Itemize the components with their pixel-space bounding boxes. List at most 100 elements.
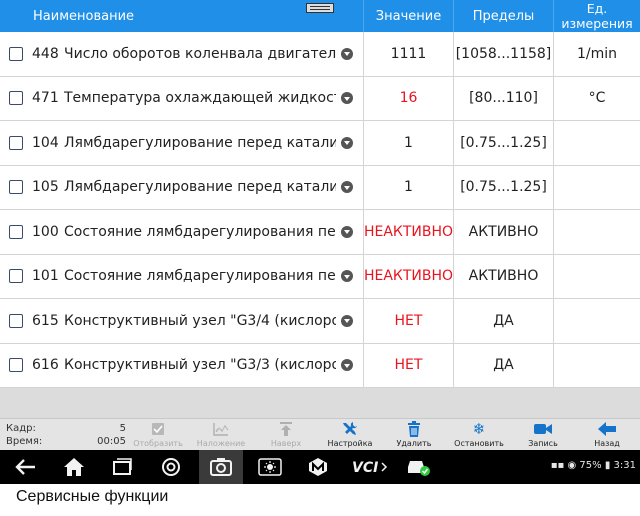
row-unit [554,255,640,299]
chevron-down-icon[interactable] [341,270,353,283]
row-unit [554,299,640,343]
row-name: Число оборотов коленвала двигателя [64,45,336,62]
row-id: 616 [32,357,59,374]
row-limits: АКТИВНО [454,210,554,254]
status-bar: ▪▪ ◉ 75% ▮ 3:31 [551,460,636,471]
chevron-down-icon[interactable] [341,359,353,372]
table-row[interactable]: 104 Лямбдарегулирование перед катализа..… [0,121,640,166]
settings-button[interactable]: Настройка [318,419,382,451]
back-arrow-icon [597,419,617,439]
row-name: Состояние лямбдарегулирования пере... [64,268,336,285]
row-value: НЕТ [364,343,454,387]
back-button[interactable]: Назад [575,419,639,451]
header-unit-line2: измерения [561,16,633,31]
row-limits: [0.75...1.25] [454,165,554,209]
table-row[interactable]: 448 Число оборотов коленвала двигателя 1… [0,32,640,77]
svg-text:VCI: VCI [352,460,378,475]
top-button[interactable]: Наверх [254,419,318,451]
table-row[interactable]: 100 Состояние лямбдарегулирования пере..… [0,210,640,255]
maxisys-icon[interactable] [298,450,338,484]
row-name: Конструктивный узел "G3/3 (кислород... [64,357,336,374]
recent-apps-icon[interactable] [102,450,142,484]
header-unit[interactable]: Ед. измерения [554,0,640,32]
display-label: Отобразить [133,439,183,448]
row-value: 1 [364,165,454,209]
row-checkbox[interactable] [9,91,23,106]
row-limits: [1058...1158] [454,32,554,76]
row-name: Состояние лямбдарегулирования пере... [64,223,336,240]
header-unit-line1: Ед. [586,1,608,16]
row-checkbox[interactable] [9,224,23,239]
stop-button[interactable]: ❄ Остановить [447,419,511,451]
chevron-down-icon[interactable] [341,47,353,60]
chevron-down-icon[interactable] [341,225,353,238]
bottom-toolbar: Кадр: 5 Время: 00:05 Отобразить Наложени… [0,418,640,450]
chevron-down-icon[interactable] [341,136,353,149]
header-value[interactable]: Значение [364,0,454,32]
header-limits[interactable]: Пределы [454,0,554,32]
screenshot-icon[interactable] [199,450,243,484]
snowflake-icon: ❄ [472,420,486,438]
overlay-button[interactable]: Наложение [189,419,253,451]
browser-icon[interactable] [151,450,191,484]
row-id: 101 [32,268,59,285]
chevron-down-icon[interactable] [341,181,353,194]
row-value: 1111 [364,32,454,76]
table-row[interactable]: 615 Конструктивный узел "G3/4 (кислород.… [0,299,640,344]
row-checkbox[interactable] [9,358,23,373]
table-row[interactable]: 616 Конструктивный узел "G3/3 (кислород.… [0,343,640,388]
row-unit [554,344,640,388]
video-icon [533,419,553,439]
table-row[interactable]: 471 Температура охлаждающей жидкости 16 … [0,76,640,121]
row-checkbox[interactable] [9,180,23,195]
row-limits: ДА [454,299,554,343]
top-icon [278,419,294,439]
vehicle-status-icon[interactable] [398,450,438,484]
row-limits: [80...110] [454,76,554,120]
row-checkbox[interactable] [9,269,23,284]
battery-level: 75% [579,460,602,471]
wifi-icon: ◉ [567,460,577,471]
row-checkbox[interactable] [9,135,23,150]
row-id: 104 [32,134,59,151]
row-limits: ДА [454,343,554,387]
row-id: 471 [32,90,59,107]
page-caption: Сервисные функции [16,488,169,505]
chevron-down-icon[interactable] [341,92,353,105]
delete-label: Удалить [396,439,432,448]
header-name[interactable]: Наименование [0,0,364,32]
row-unit: 1/min [576,45,618,62]
table-row[interactable]: 101 Состояние лямбдарегулирования пере..… [0,254,640,299]
empty-area [0,388,640,418]
top-label: Наверх [270,439,302,448]
row-checkbox[interactable] [9,313,23,328]
nav-back-icon[interactable] [6,450,46,484]
table-row[interactable]: 105 Лямбдарегулирование перед катализа..… [0,165,640,210]
frame-label: Кадр: [6,423,36,434]
row-checkbox[interactable] [9,46,23,61]
parameter-table: 448 Число оборотов коленвала двигателя 1… [0,32,640,388]
battery-icon: ▮ [604,460,611,471]
row-name: Температура охлаждающей жидкости [64,90,336,107]
time-value: 00:05 [97,436,126,447]
table-header: Наименование Значение Пределы Ед. измере… [0,0,640,32]
row-unit [554,121,640,165]
system-navbar: VCI ▪▪ ◉ 75% ▮ 3:31 [0,450,640,484]
record-button[interactable]: Запись [511,419,575,451]
vci-icon[interactable]: VCI [346,450,394,484]
row-name: Лямбдарегулирование перед катализа... [64,179,336,196]
stop-label: Остановить [454,439,504,448]
row-id: 615 [32,312,59,329]
settings-label: Настройка [327,439,373,448]
row-unit [554,210,640,254]
row-value: НЕАКТИВНО [364,210,454,254]
notification-icon: ▪▪ [550,460,565,471]
display-button[interactable]: Отобразить [126,419,190,451]
delete-button[interactable]: Удалить [382,419,446,451]
clock: 3:31 [613,460,636,471]
brightness-icon[interactable] [250,450,290,484]
row-limits: [0.75...1.25] [454,121,554,165]
home-icon[interactable] [54,450,94,484]
chevron-down-icon[interactable] [341,314,353,327]
time-label: Время: [6,436,43,447]
